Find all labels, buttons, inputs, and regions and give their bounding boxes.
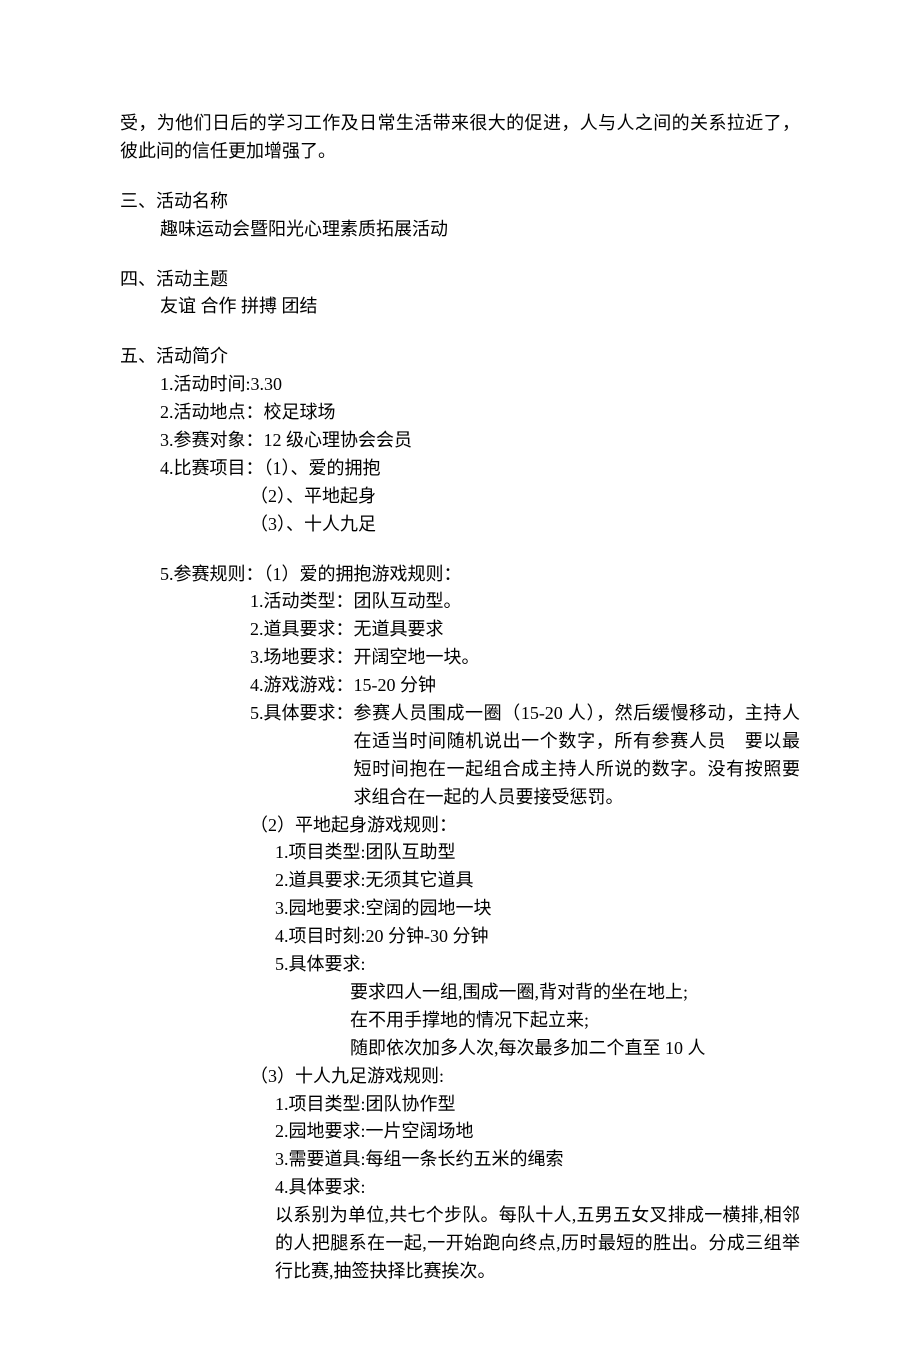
s5-item2: 2.活动地点：校足球场 (120, 399, 800, 427)
s5-item4b: （2）、平地起身 (120, 483, 800, 511)
section-3-body: 趣味运动会暨阳光心理素质拓展活动 (120, 216, 800, 244)
g1-line2: 2.道具要求：无道具要求 (120, 616, 800, 644)
g3-line1: 1.项目类型:团队协作型 (120, 1091, 800, 1119)
g2-line2: 2.道具要求:无须其它道具 (120, 867, 800, 895)
g2-line4: 4.项目时刻:20 分钟-30 分钟 (120, 923, 800, 951)
g1-line5-body: 参赛人员围成一圈（15-20 人），然后缓慢移动，主持人在适当时间随机说出一个数… (354, 700, 801, 812)
section-4-body: 友谊 合作 拼搏 团结 (120, 293, 800, 321)
g1-line4: 4.游戏游戏：15-20 分钟 (120, 672, 800, 700)
g2-body2: 在不用手撑地的情况下起立来; (120, 1007, 800, 1035)
document-page: 受，为他们日后的学习工作及日常生活带来很大的促进，人与人之间的关系拉近了，彼此间… (0, 0, 920, 1346)
g3-head: （3）十人九足游戏规则: (120, 1063, 800, 1091)
g2-head: （2）平地起身游戏规则： (120, 812, 800, 840)
game2-rules: （2）平地起身游戏规则： 1.项目类型:团队互助型 2.道具要求:无须其它道具 … (120, 812, 800, 1063)
section-3-heading: 三、活动名称 (120, 188, 800, 216)
g1-line1: 1.活动类型：团队互动型。 (120, 588, 800, 616)
game1-rules: 1.活动类型：团队互动型。 2.道具要求：无道具要求 3.场地要求：开阔空地一块… (120, 588, 800, 811)
g2-body1: 要求四人一组,围成一圈,背对背的坐在地上; (120, 979, 800, 1007)
s5-item4c: （3）、十人九足 (120, 511, 800, 539)
intro-paragraph: 受，为他们日后的学习工作及日常生活带来很大的促进，人与人之间的关系拉近了，彼此间… (120, 110, 800, 166)
game3-rules: （3）十人九足游戏规则: 1.项目类型:团队协作型 2.园地要求:一片空阔场地 … (120, 1063, 800, 1286)
spacer (120, 539, 800, 561)
section-5: 五、活动简介 1.活动时间:3.30 2.活动地点：校足球场 3.参赛对象：12… (120, 343, 800, 1285)
g1-line3: 3.场地要求：开阔空地一块。 (120, 644, 800, 672)
section-3: 三、活动名称 趣味运动会暨阳光心理素质拓展活动 (120, 188, 800, 244)
g3-line4: 4.具体要求: (120, 1174, 800, 1202)
s5-item3: 3.参赛对象：12 级心理协会会员 (120, 427, 800, 455)
g2-line3: 3.园地要求:空阔的园地一块 (120, 895, 800, 923)
g2-line1: 1.项目类型:团队互助型 (120, 839, 800, 867)
g2-line5: 5.具体要求: (120, 951, 800, 979)
s5-item4: 4.比赛项目：（1）、爱的拥抱 (120, 455, 800, 483)
s5-item5: 5.参赛规则：（1）爱的拥抱游戏规则： (120, 561, 800, 589)
s5-item1: 1.活动时间:3.30 (120, 371, 800, 399)
g3-line2: 2.园地要求:一片空阔场地 (120, 1118, 800, 1146)
section-4-heading: 四、活动主题 (120, 266, 800, 294)
g2-body3: 随即依次加多人次,每次最多加二个直至 10 人 (120, 1035, 800, 1063)
g3-line3: 3.需要道具:每组一条长约五米的绳索 (120, 1146, 800, 1174)
section-4: 四、活动主题 友谊 合作 拼搏 团结 (120, 266, 800, 322)
g1-line5-label: 5.具体要求： (250, 700, 354, 812)
section-5-heading: 五、活动简介 (120, 343, 800, 371)
g3-body: 以系别为单位,共七个步队。每队十人,五男五女叉排成一横排,相邻的人把腿系在一起,… (120, 1202, 800, 1286)
g1-line5: 5.具体要求： 参赛人员围成一圈（15-20 人），然后缓慢移动，主持人在适当时… (120, 700, 800, 812)
